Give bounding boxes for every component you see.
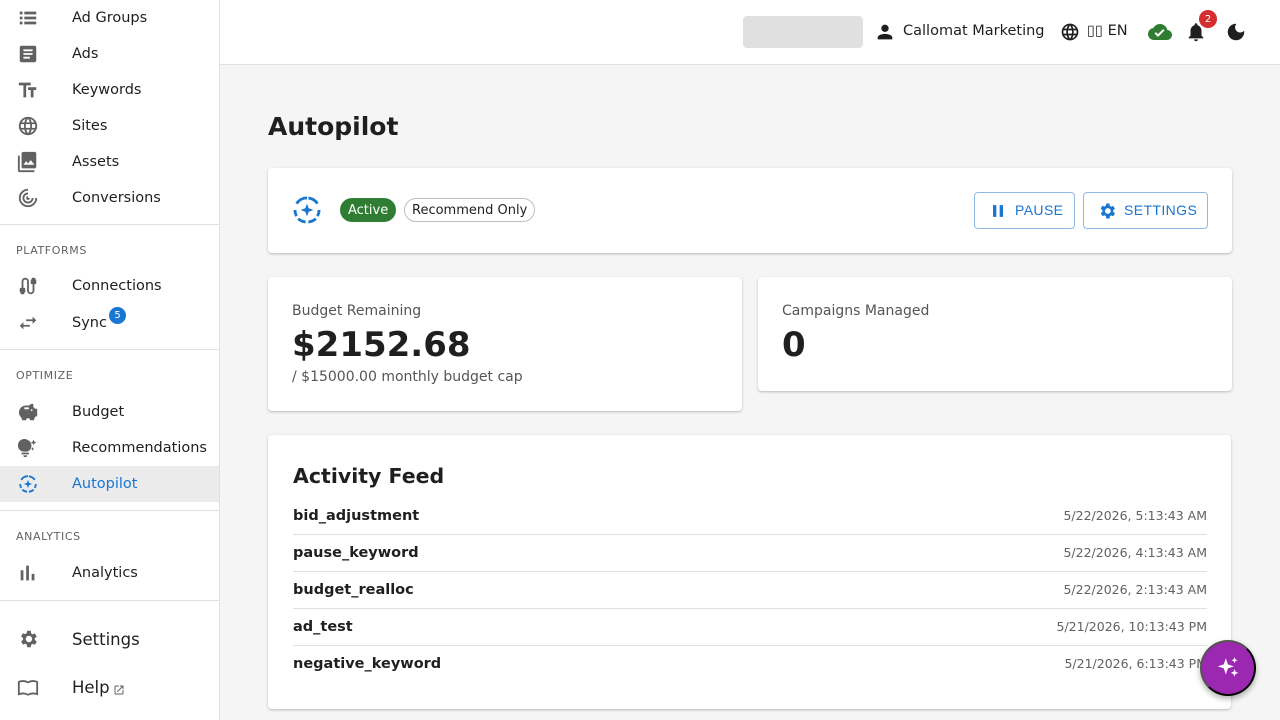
dark-mode-moon-icon[interactable] <box>1225 21 1247 43</box>
activity-timestamp: 5/21/2026, 10:13:43 PM <box>1056 619 1207 634</box>
globe-icon <box>16 114 40 138</box>
sidebar-item-label: Assets <box>72 154 120 170</box>
sidebar-item-assets[interactable]: Assets <box>0 144 219 180</box>
activity-timestamp: 5/22/2026, 5:13:43 AM <box>1063 508 1207 523</box>
bar-chart-icon <box>16 561 40 585</box>
budget-remaining-value: $2152.68 <box>292 325 471 365</box>
section-title-optimize: OPTIMIZE <box>16 369 74 382</box>
image-icon <box>16 150 40 174</box>
status-badge-active: Active <box>340 198 397 222</box>
target-icon <box>16 186 40 210</box>
sidebar-divider <box>0 600 219 601</box>
account-name[interactable]: Callomat Marketing <box>903 23 1045 39</box>
sidebar-item-label: Connections <box>72 278 162 294</box>
sidebar-item-ad-groups[interactable]: Ad Groups <box>0 0 219 36</box>
list-icon <box>16 6 40 30</box>
sidebar-item-label: Settings <box>72 629 140 649</box>
campaigns-managed-card: Campaigns Managed 0 <box>758 277 1232 391</box>
list-item: negative_keyword 5/21/2026, 6:13:43 PM <box>293 646 1207 683</box>
sidebar-item-sites[interactable]: Sites <box>0 108 219 144</box>
notifications-count-badge: 2 <box>1199 10 1217 28</box>
language-selector[interactable]: ▯▯ EN <box>1087 23 1128 39</box>
settings-button-label: SETTINGS <box>1124 202 1198 218</box>
campaigns-managed-label: Campaigns Managed <box>782 303 930 319</box>
pause-button[interactable]: PAUSE <box>974 192 1075 229</box>
sidebar-item-ads[interactable]: Ads <box>0 36 219 72</box>
mode-chip: Recommend Only <box>404 198 536 222</box>
person-icon[interactable] <box>874 21 896 43</box>
budget-cap-text: / $15000.00 monthly budget cap <box>292 369 523 385</box>
activity-action: budget_realloc <box>293 582 414 598</box>
sidebar-item-label: Ad Groups <box>72 10 148 26</box>
sidebar-item-autopilot[interactable]: Autopilot <box>0 466 219 502</box>
sidebar-item-conversions[interactable]: Conversions <box>0 180 219 216</box>
sidebar-item-label: Help <box>72 677 110 697</box>
sidebar-item-label: Recommendations <box>72 440 207 456</box>
sparkle-icon <box>1217 657 1239 677</box>
sidebar-item-label: Conversions <box>72 190 161 206</box>
sidebar-item-keywords[interactable]: Keywords <box>0 72 219 108</box>
activity-timestamp: 5/22/2026, 4:13:43 AM <box>1063 545 1207 560</box>
cloud-done-icon[interactable] <box>1148 20 1172 44</box>
settings-button[interactable]: SETTINGS <box>1083 192 1208 229</box>
sidebar-item-label: Budget <box>72 404 125 420</box>
sidebar-item-recommendations[interactable]: Recommendations <box>0 430 219 466</box>
sidebar-item-label: Sites <box>72 118 108 134</box>
list-item: pause_keyword 5/22/2026, 4:13:43 AM <box>293 535 1207 572</box>
sidebar-item-budget[interactable]: Budget <box>0 394 219 430</box>
cable-icon <box>16 274 40 298</box>
topbar: Callomat Marketing ▯▯ EN 2 <box>220 0 1280 65</box>
activity-action: bid_adjustment <box>293 508 420 524</box>
language-globe-icon[interactable] <box>1060 22 1080 42</box>
activity-action: negative_keyword <box>293 656 442 672</box>
list-item: ad_test 5/21/2026, 10:13:43 PM <box>293 609 1207 646</box>
sync-arrows-icon <box>16 311 40 335</box>
sidebar-divider <box>0 510 219 511</box>
sidebar: Ad Groups Ads Keywords Sites Assets Conv… <box>0 0 220 720</box>
sidebar-divider <box>0 349 219 350</box>
external-link-icon <box>113 681 125 695</box>
page-title: Autopilot <box>268 112 399 141</box>
text-fields-icon <box>16 78 40 102</box>
activity-feed-card: Activity Feed bid_adjustment 5/22/2026, … <box>268 435 1231 709</box>
activity-action: pause_keyword <box>293 545 419 561</box>
sidebar-item-help[interactable]: Help <box>0 669 219 705</box>
sidebar-item-label: Sync <box>72 315 107 331</box>
article-icon <box>16 42 40 66</box>
search-placeholder-skeleton <box>743 16 863 48</box>
app-root: Ad Groups Ads Keywords Sites Assets Conv… <box>0 0 1280 720</box>
sync-count-badge: 5 <box>109 307 126 324</box>
lightbulb-icon <box>16 436 40 460</box>
campaigns-managed-value: 0 <box>782 325 806 365</box>
sidebar-item-label: Ads <box>72 46 99 62</box>
activity-timestamp: 5/22/2026, 2:13:43 AM <box>1063 582 1207 597</box>
budget-remaining-label: Budget Remaining <box>292 303 422 319</box>
pause-button-label: PAUSE <box>1015 202 1064 218</box>
activity-feed-title: Activity Feed <box>293 464 445 488</box>
piggy-bank-icon <box>16 400 40 424</box>
sidebar-item-analytics[interactable]: Analytics <box>0 555 219 591</box>
sidebar-item-settings[interactable]: Settings <box>0 621 219 657</box>
sidebar-item-connections[interactable]: Connections <box>0 268 219 304</box>
section-title-analytics: ANALYTICS <box>16 530 81 543</box>
book-icon <box>16 675 40 699</box>
autopilot-status-card: Active Recommend Only PAUSE SETTINGS <box>268 168 1232 253</box>
list-item: budget_realloc 5/22/2026, 2:13:43 AM <box>293 572 1207 609</box>
gear-icon <box>16 627 40 651</box>
ai-assistant-fab[interactable] <box>1200 640 1256 696</box>
list-item: bid_adjustment 5/22/2026, 5:13:43 AM <box>293 498 1207 535</box>
section-title-platforms: PLATFORMS <box>16 244 87 257</box>
autopilot-icon <box>16 472 40 496</box>
autopilot-icon <box>290 193 324 227</box>
activity-action: ad_test <box>293 619 353 635</box>
sidebar-item-label: Analytics <box>72 565 138 581</box>
sidebar-item-label: Autopilot <box>72 476 138 492</box>
gear-icon <box>1097 201 1117 221</box>
budget-remaining-card: Budget Remaining $2152.68 / $15000.00 mo… <box>268 277 742 411</box>
sidebar-item-label: Keywords <box>72 82 142 98</box>
pause-icon <box>988 201 1008 221</box>
sidebar-divider <box>0 224 219 225</box>
activity-timestamp: 5/21/2026, 6:13:43 PM <box>1064 656 1207 671</box>
